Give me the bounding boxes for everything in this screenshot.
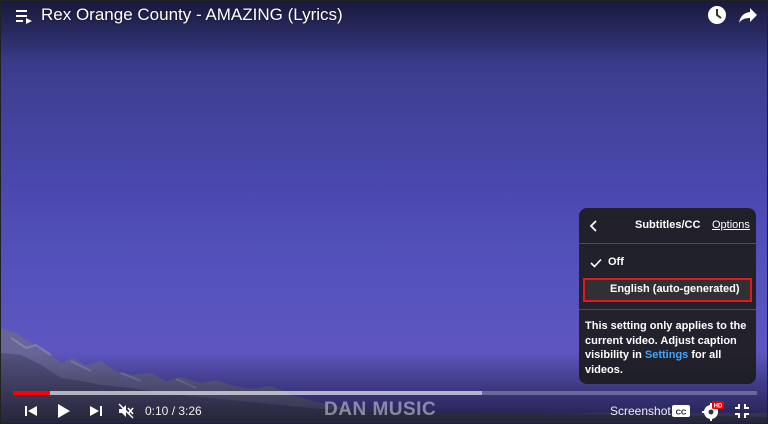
skip-previous-icon[interactable] <box>22 402 40 420</box>
time-total: 3:26 <box>178 404 202 418</box>
progress-bar[interactable] <box>13 391 757 395</box>
play-icon[interactable] <box>54 402 72 420</box>
top-bar: Rex Orange County - AMAZING (Lyrics) <box>1 1 767 31</box>
caption-option-off[interactable]: Off <box>583 251 752 275</box>
time-display: 0:10 / 3:26 <box>145 404 202 418</box>
channel-watermark: DAN MUSIC <box>324 399 437 420</box>
menu-divider <box>579 309 756 310</box>
cc-icon-label: CC <box>676 408 687 417</box>
time-separator: / <box>168 404 179 418</box>
exit-fullscreen-icon[interactable] <box>733 402 751 420</box>
volume-muted-icon[interactable] <box>117 402 135 420</box>
check-icon <box>589 256 603 270</box>
caption-settings-note: This setting only applies to the current… <box>585 319 751 377</box>
time-current: 0:10 <box>145 404 169 418</box>
share-arrow-icon[interactable] <box>738 5 758 25</box>
caption-option-label: Off <box>608 256 624 268</box>
chevron-left-icon[interactable] <box>587 219 601 233</box>
screenshot-button[interactable]: Screenshot <box>610 404 671 418</box>
progress-buffer <box>13 391 482 395</box>
skip-next-icon[interactable] <box>87 402 105 420</box>
caption-option-english[interactable]: English (auto-generated) <box>583 278 752 302</box>
gear-hd-icon[interactable]: HD <box>702 401 724 421</box>
hd-badge: HD <box>714 404 723 410</box>
options-link[interactable]: Options <box>712 219 750 231</box>
control-bar: 0:10 / 3:26 DAN MUSIC Screenshot CC HD <box>1 398 767 423</box>
clock-icon[interactable] <box>707 5 727 25</box>
cc-icon[interactable]: CC <box>671 402 691 420</box>
video-player[interactable]: Rex Orange County - AMAZING (Lyrics) 0:1… <box>0 0 768 424</box>
subtitles-menu: Subtitles/CC Options Off English (auto-g… <box>579 208 756 384</box>
playlist-icon[interactable] <box>15 7 33 25</box>
subtitles-menu-title: Subtitles/CC <box>635 219 701 231</box>
subtitles-menu-header: Subtitles/CC Options <box>579 208 756 244</box>
settings-link[interactable]: Settings <box>645 349 688 361</box>
caption-option-label: English (auto-generated) <box>610 283 740 295</box>
progress-played <box>13 391 51 395</box>
video-title[interactable]: Rex Orange County - AMAZING (Lyrics) <box>41 5 343 25</box>
